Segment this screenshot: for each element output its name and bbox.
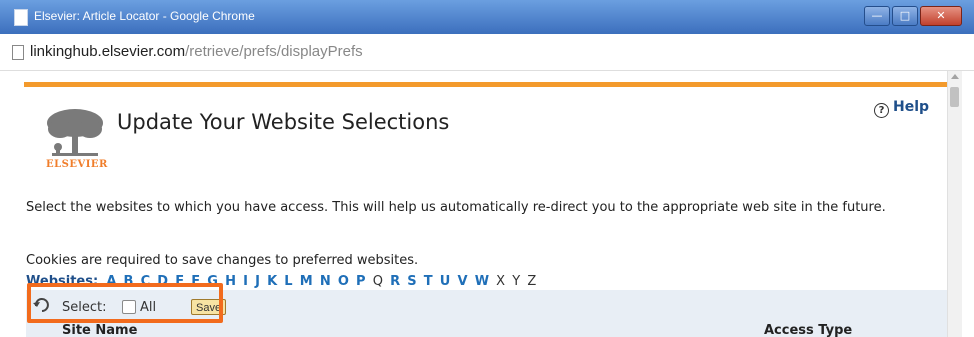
document-icon [12,45,24,60]
close-button[interactable]: ✕ [920,6,962,26]
maximize-button[interactable]: □ [892,6,918,26]
letter-link-p[interactable]: P [356,274,366,289]
column-header-access-type: Access Type [764,323,853,337]
help-icon: ? [874,103,889,118]
letter-link-o[interactable]: O [338,274,349,289]
letter-link-j[interactable]: J [255,274,260,289]
help-link[interactable]: ? Help [874,99,929,118]
letter-link-n[interactable]: N [320,274,331,289]
url-path: /retrieve/prefs/displayPrefs [185,43,363,60]
letter-q: Q [372,274,383,289]
column-header-site-name: Site Name [62,323,138,337]
letter-link-l[interactable]: L [284,274,292,289]
letter-z: Z [527,274,537,289]
letter-link-r[interactable]: R [390,274,400,289]
intro-text: Select the websites to which you have ac… [26,200,886,215]
letter-link-h[interactable]: H [225,274,236,289]
address-bar[interactable]: linkinghub.elsevier.com/retrieve/prefs/d… [0,34,974,71]
letter-link-w[interactable]: W [475,274,489,289]
page-viewport: ELSEVIER Update Your Website Selections … [12,71,962,337]
letter-link-u[interactable]: U [440,274,451,289]
cookies-note: Cookies are required to save changes to … [26,253,419,268]
page-icon [14,9,28,26]
window-title: Elsevier: Article Locator - Google Chrom… [34,9,255,23]
url-text[interactable]: linkinghub.elsevier.com/retrieve/prefs/d… [30,43,363,60]
window-titlebar: Elsevier: Article Locator - Google Chrom… [0,0,974,34]
letter-link-s[interactable]: S [407,274,416,289]
letter-x: X [496,274,506,289]
vertical-scrollbar[interactable] [947,71,962,337]
elsevier-logo-text: ELSEVIER [46,159,108,170]
header-rule [24,82,948,87]
window-controls: — □ ✕ [862,6,962,26]
letter-link-i[interactable]: I [243,274,248,289]
annotation-highlight-box [27,283,223,323]
help-label: Help [893,99,930,115]
letter-link-v[interactable]: V [457,274,467,289]
scroll-up-arrow-icon[interactable] [951,74,959,79]
letter-link-k[interactable]: K [267,274,277,289]
minimize-button[interactable]: — [864,6,890,26]
url-host: linkinghub.elsevier.com [30,43,186,60]
letter-link-t[interactable]: T [424,274,433,289]
letter-link-m[interactable]: M [300,274,313,289]
letter-y: Y [512,274,521,289]
scrollbar-thumb[interactable] [950,87,959,107]
page-title: Update Your Website Selections [117,110,450,134]
